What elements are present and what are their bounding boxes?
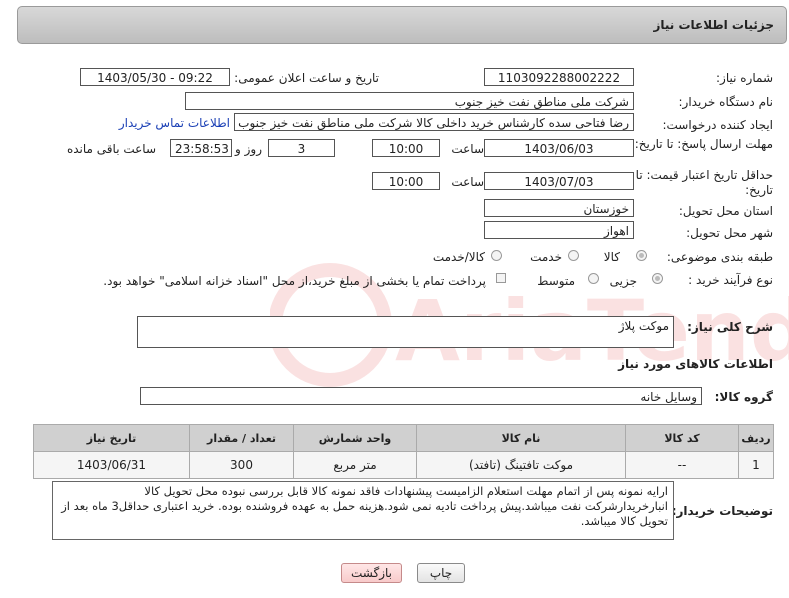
days-label: روز و: [235, 142, 262, 156]
cell-item-code: --: [625, 451, 739, 479]
treasury-payment-note: پرداخت تمام یا بخشی از مبلغ خرید،از محل …: [103, 274, 486, 288]
process-radio-minor[interactable]: [652, 273, 663, 284]
buyer-contact-link[interactable]: اطلاعات تماس خریدار: [119, 116, 230, 130]
goods-table: ردیف کد کالا نام کالا واحد شمارش تعداد /…: [33, 424, 774, 479]
buyer-org-field: شرکت ملی مناطق نفت خیز جنوب: [185, 92, 634, 110]
category-radio-goods[interactable]: [636, 250, 647, 261]
col-header-item-code: کد کالا: [625, 424, 739, 452]
back-button[interactable]: بازگشت: [341, 563, 402, 583]
process-option-minor: جزیی: [609, 274, 637, 288]
process-label: نوع فرآیند خرید :: [688, 273, 773, 287]
summary-field: موکت پلاژ: [137, 316, 674, 348]
reply-deadline-label: مهلت ارسال پاسخ: تا تاریخ:: [634, 137, 773, 151]
col-header-quantity: تعداد / مقدار: [189, 424, 294, 452]
announce-field: 1403/05/30 - 09:22: [80, 68, 230, 86]
category-label: طبقه بندی موضوعی:: [666, 250, 773, 264]
need-number-label: شماره نیاز:: [716, 71, 773, 85]
need-number-field: 1103092288002222: [484, 68, 634, 86]
city-label: شهر محل تحویل:: [686, 226, 773, 240]
category-option-goods: کالا: [603, 250, 620, 264]
announce-label: تاریخ و ساعت اعلان عمومی:: [234, 71, 379, 85]
category-radio-service[interactable]: [568, 250, 579, 261]
category-radio-goods-service[interactable]: [491, 250, 502, 261]
goods-group-label: گروه کالا:: [714, 390, 773, 404]
price-time-label: ساعت: [451, 175, 484, 189]
remaining-label: ساعت باقی مانده: [66, 142, 156, 156]
category-option-goods-service: کالا/خدمت: [432, 250, 485, 264]
table-header-row: ردیف کد کالا نام کالا واحد شمارش تعداد /…: [33, 424, 774, 452]
process-radio-medium[interactable]: [588, 273, 599, 284]
cell-row-number: 1: [738, 451, 774, 479]
goods-group-field: وسایل خانه: [140, 387, 702, 405]
col-header-need-date: تاریخ نیاز: [33, 424, 190, 452]
goods-info-title: اطلاعات کالاهای مورد نیاز: [618, 357, 773, 371]
cell-unit: متر مربع: [293, 451, 417, 479]
col-header-item-name: نام کالا: [416, 424, 626, 452]
col-header-row-number: ردیف: [738, 424, 774, 452]
creator-label: ایجاد کننده درخواست:: [662, 118, 773, 132]
buyer-notes-label: توضیحات خریدار:: [671, 504, 773, 518]
buyer-notes-field: ارایه نمونه پس از اتمام مهلت استعلام الز…: [52, 481, 674, 540]
creator-field: رضا فتاحی سده کارشناس خرید داخلی کالا شر…: [234, 113, 634, 131]
process-option-medium: متوسط: [537, 274, 575, 288]
buyer-org-label: نام دستگاه خریدار:: [678, 95, 774, 109]
table-row: 1 -- موکت تافتینگ (تافتد) متر مربع 300 1…: [33, 451, 774, 479]
reply-time-label: ساعت: [451, 142, 484, 156]
province-field: خوزستان: [484, 199, 634, 217]
cell-quantity: 300: [189, 451, 294, 479]
page-title: جزئیات اطلاعات نیاز: [653, 18, 774, 32]
print-button[interactable]: چاپ: [417, 563, 465, 583]
treasury-payment-checkbox[interactable]: [496, 273, 506, 283]
province-label: استان محل تحویل:: [678, 204, 773, 218]
cell-need-date: 1403/06/31: [33, 451, 190, 479]
summary-value: موکت پلاژ: [618, 319, 669, 333]
remaining-time-field: 23:58:53: [170, 139, 232, 157]
cell-item-name: موکت تافتینگ (تافتد): [416, 451, 626, 479]
price-date-field: 1403/07/03: [484, 172, 634, 190]
summary-label: شرح کلی نیاز:: [687, 320, 773, 334]
category-option-service: خدمت: [530, 250, 562, 264]
city-field: اهواز: [484, 221, 634, 239]
page-header: جزئیات اطلاعات نیاز: [17, 6, 787, 44]
price-validity-label: حداقل تاریخ اعتبار قیمت: تا تاریخ:: [635, 168, 773, 197]
days-field: 3: [268, 139, 335, 157]
reply-date-field: 1403/06/03: [484, 139, 634, 157]
col-header-unit: واحد شمارش: [293, 424, 417, 452]
reply-time-field: 10:00: [372, 139, 440, 157]
price-time-field: 10:00: [372, 172, 440, 190]
